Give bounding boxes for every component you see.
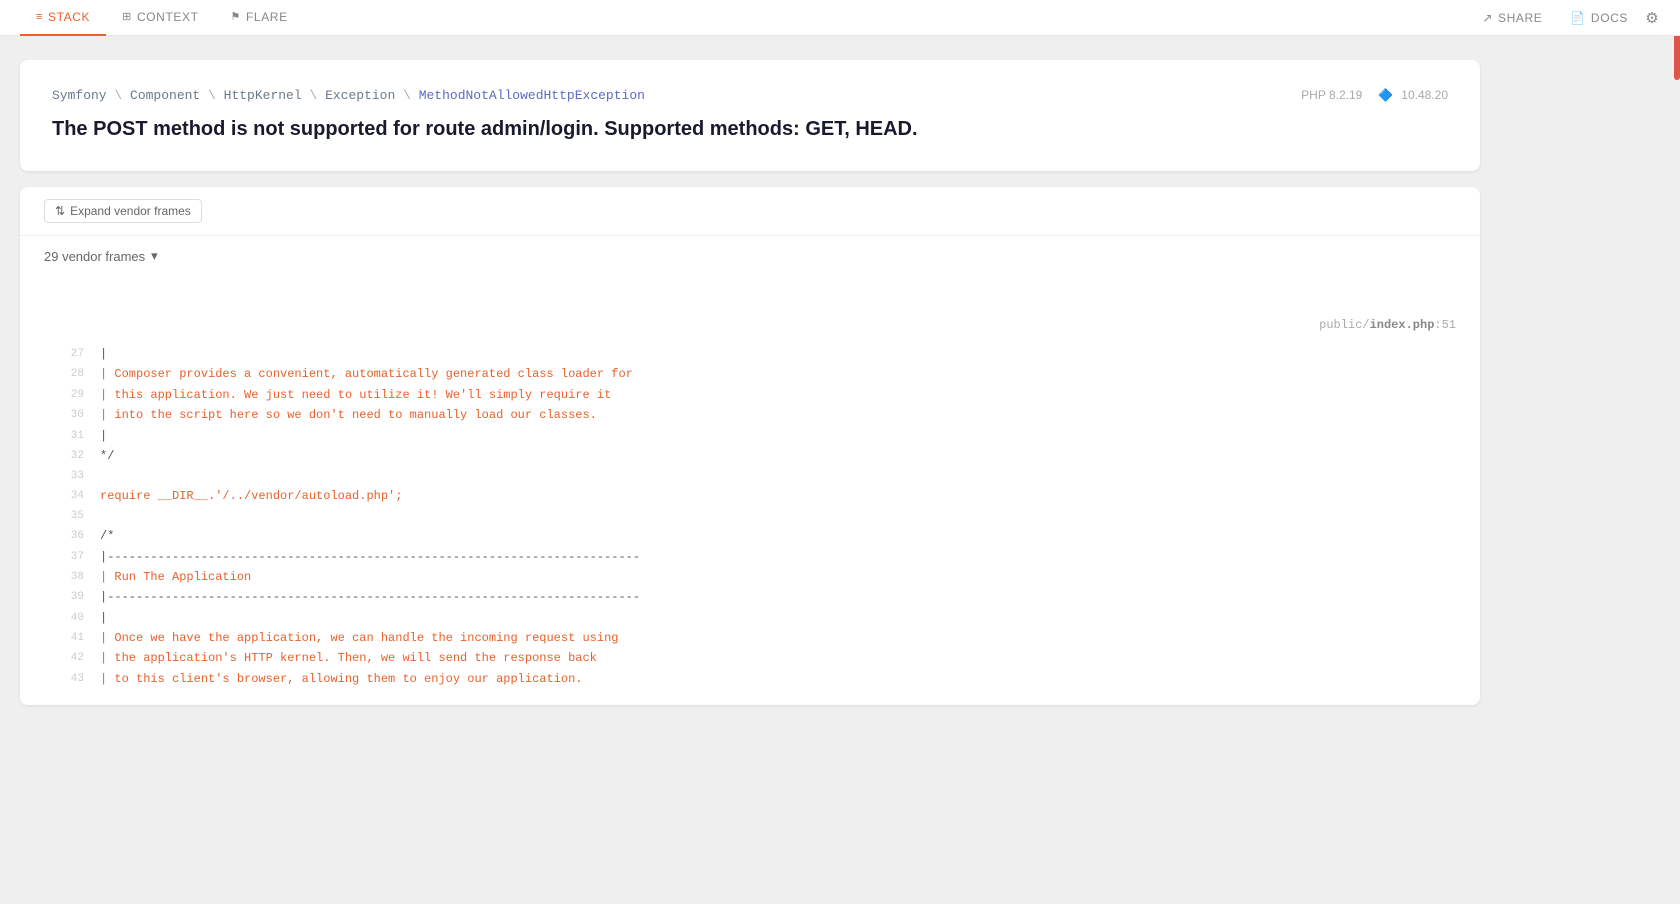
- code-line: 33: [20, 466, 1480, 486]
- line-code: |: [100, 344, 107, 364]
- error-message: The POST method is not supported for rou…: [52, 115, 1301, 143]
- code-line: 34 require __DIR__.'/../vendor/autoload.p…: [20, 486, 1480, 506]
- line-number: 35: [44, 506, 84, 526]
- line-code: | to this client's browser, allowing the…: [100, 669, 582, 689]
- code-file-path: public/index.php:51: [20, 306, 1480, 336]
- line-number: 29: [44, 385, 84, 405]
- line-code: | this application. We just need to util…: [100, 385, 611, 405]
- expand-vendor-bar: ⇅ Expand vendor frames: [20, 187, 1480, 236]
- line-code: | Composer provides a convenient, automa…: [100, 364, 633, 384]
- code-line: 42 | the application's HTTP kernel. Then,…: [20, 648, 1480, 668]
- line-number: 43: [44, 669, 84, 689]
- nav-right: ↗ SHARE 📄 DOCS ⚙: [1470, 0, 1660, 36]
- code-line: 37 |-------------------------------------…: [20, 547, 1480, 567]
- line-code: | the application's HTTP kernel. Then, w…: [100, 648, 597, 668]
- line-code: |---------------------------------------…: [100, 587, 640, 607]
- code-line: 36 /*: [20, 526, 1480, 546]
- top-navigation: ≡ STACK ⊞ CONTEXT ⚑ FLARE ↗ SHARE 📄 DOCS…: [0, 0, 1680, 36]
- context-icon: ⊞: [122, 10, 132, 23]
- nav-left: ≡ STACK ⊞ CONTEXT ⚑ FLARE: [20, 0, 304, 36]
- stack-icon: ≡: [36, 11, 43, 23]
- nav-tab-context[interactable]: ⊞ CONTEXT: [106, 0, 214, 36]
- error-meta: PHP 8.2.19 🔷 10.48.20: [1301, 88, 1448, 102]
- line-code: | Run The Application: [100, 567, 251, 587]
- expand-icon: ⇅: [55, 204, 65, 218]
- line-number: 32: [44, 446, 84, 466]
- nav-tab-stack[interactable]: ≡ STACK: [20, 0, 106, 36]
- line-number: 31: [44, 426, 84, 446]
- line-code: require __DIR__.'/../vendor/autoload.php…: [100, 486, 402, 506]
- php-version: PHP 8.2.19: [1301, 88, 1362, 102]
- vendor-frames-summary[interactable]: 29 vendor frames ▾: [20, 236, 1480, 276]
- code-line: 35: [20, 506, 1480, 526]
- line-code: /*: [100, 526, 114, 546]
- code-line: 28 | Composer provides a convenient, auto…: [20, 364, 1480, 384]
- code-line: 41 | Once we have the application, we can…: [20, 628, 1480, 648]
- docs-icon: 📄: [1570, 11, 1586, 25]
- code-line: 27 |: [20, 344, 1480, 364]
- code-block: 27 | 28 | Composer provides a convenient, a…: [20, 336, 1480, 705]
- line-number: 38: [44, 567, 84, 587]
- line-number: 36: [44, 526, 84, 546]
- nav-label-context: CONTEXT: [137, 10, 199, 24]
- code-line: 39 |-------------------------------------…: [20, 587, 1480, 607]
- scrollbar[interactable]: [1674, 0, 1680, 868]
- line-number: 30: [44, 405, 84, 425]
- exception-path: Symfony \ Component \ HttpKernel \ Excep…: [52, 88, 1301, 103]
- code-line: 29 | this application. We just need to ut…: [20, 385, 1480, 405]
- exception-class: Symfony \ Component \ HttpKernel \ Excep…: [52, 88, 645, 103]
- share-icon: ↗: [1482, 11, 1493, 25]
- line-number: 40: [44, 608, 84, 628]
- nav-label-stack: STACK: [48, 10, 90, 24]
- error-header-card: Symfony \ Component \ HttpKernel \ Excep…: [20, 60, 1480, 171]
- line-number: 39: [44, 587, 84, 607]
- line-code: |: [100, 426, 107, 446]
- code-line: 38 | Run The Application: [20, 567, 1480, 587]
- expand-vendor-button[interactable]: ⇅ Expand vendor frames: [44, 199, 202, 223]
- code-line: 43 | to this client's browser, allowing t…: [20, 669, 1480, 689]
- nav-tab-flare[interactable]: ⚑ FLARE: [215, 0, 304, 36]
- settings-button[interactable]: ⚙: [1644, 10, 1660, 26]
- spacer: [20, 276, 1480, 306]
- docs-button[interactable]: 📄 DOCS: [1558, 0, 1640, 36]
- chevron-down-icon: ▾: [151, 248, 158, 264]
- line-number: 33: [44, 466, 84, 486]
- code-line: 40 |: [20, 608, 1480, 628]
- laravel-icon: 🔷: [1378, 88, 1393, 102]
- line-number: 34: [44, 486, 84, 506]
- line-number: 28: [44, 364, 84, 384]
- line-code: | Once we have the application, we can h…: [100, 628, 618, 648]
- line-code: */: [100, 446, 114, 466]
- line-code: |---------------------------------------…: [100, 547, 640, 567]
- code-line: 30 | into the script here so we don't nee…: [20, 405, 1480, 425]
- line-number: 37: [44, 547, 84, 567]
- line-code: | into the script here so we don't need …: [100, 405, 597, 425]
- share-button[interactable]: ↗ SHARE: [1470, 0, 1554, 36]
- line-number: 41: [44, 628, 84, 648]
- laravel-version: 🔷 10.48.20: [1378, 88, 1448, 102]
- code-line: 32 */: [20, 446, 1480, 466]
- line-code: |: [100, 608, 107, 628]
- code-line: 31 |: [20, 426, 1480, 446]
- line-number: 42: [44, 648, 84, 668]
- stack-trace-card: ⇅ Expand vendor frames 29 vendor frames …: [20, 187, 1480, 705]
- nav-label-flare: FLARE: [246, 10, 288, 24]
- main-content: Symfony \ Component \ HttpKernel \ Excep…: [0, 36, 1500, 729]
- flare-icon: ⚑: [231, 10, 241, 23]
- line-number: 27: [44, 344, 84, 364]
